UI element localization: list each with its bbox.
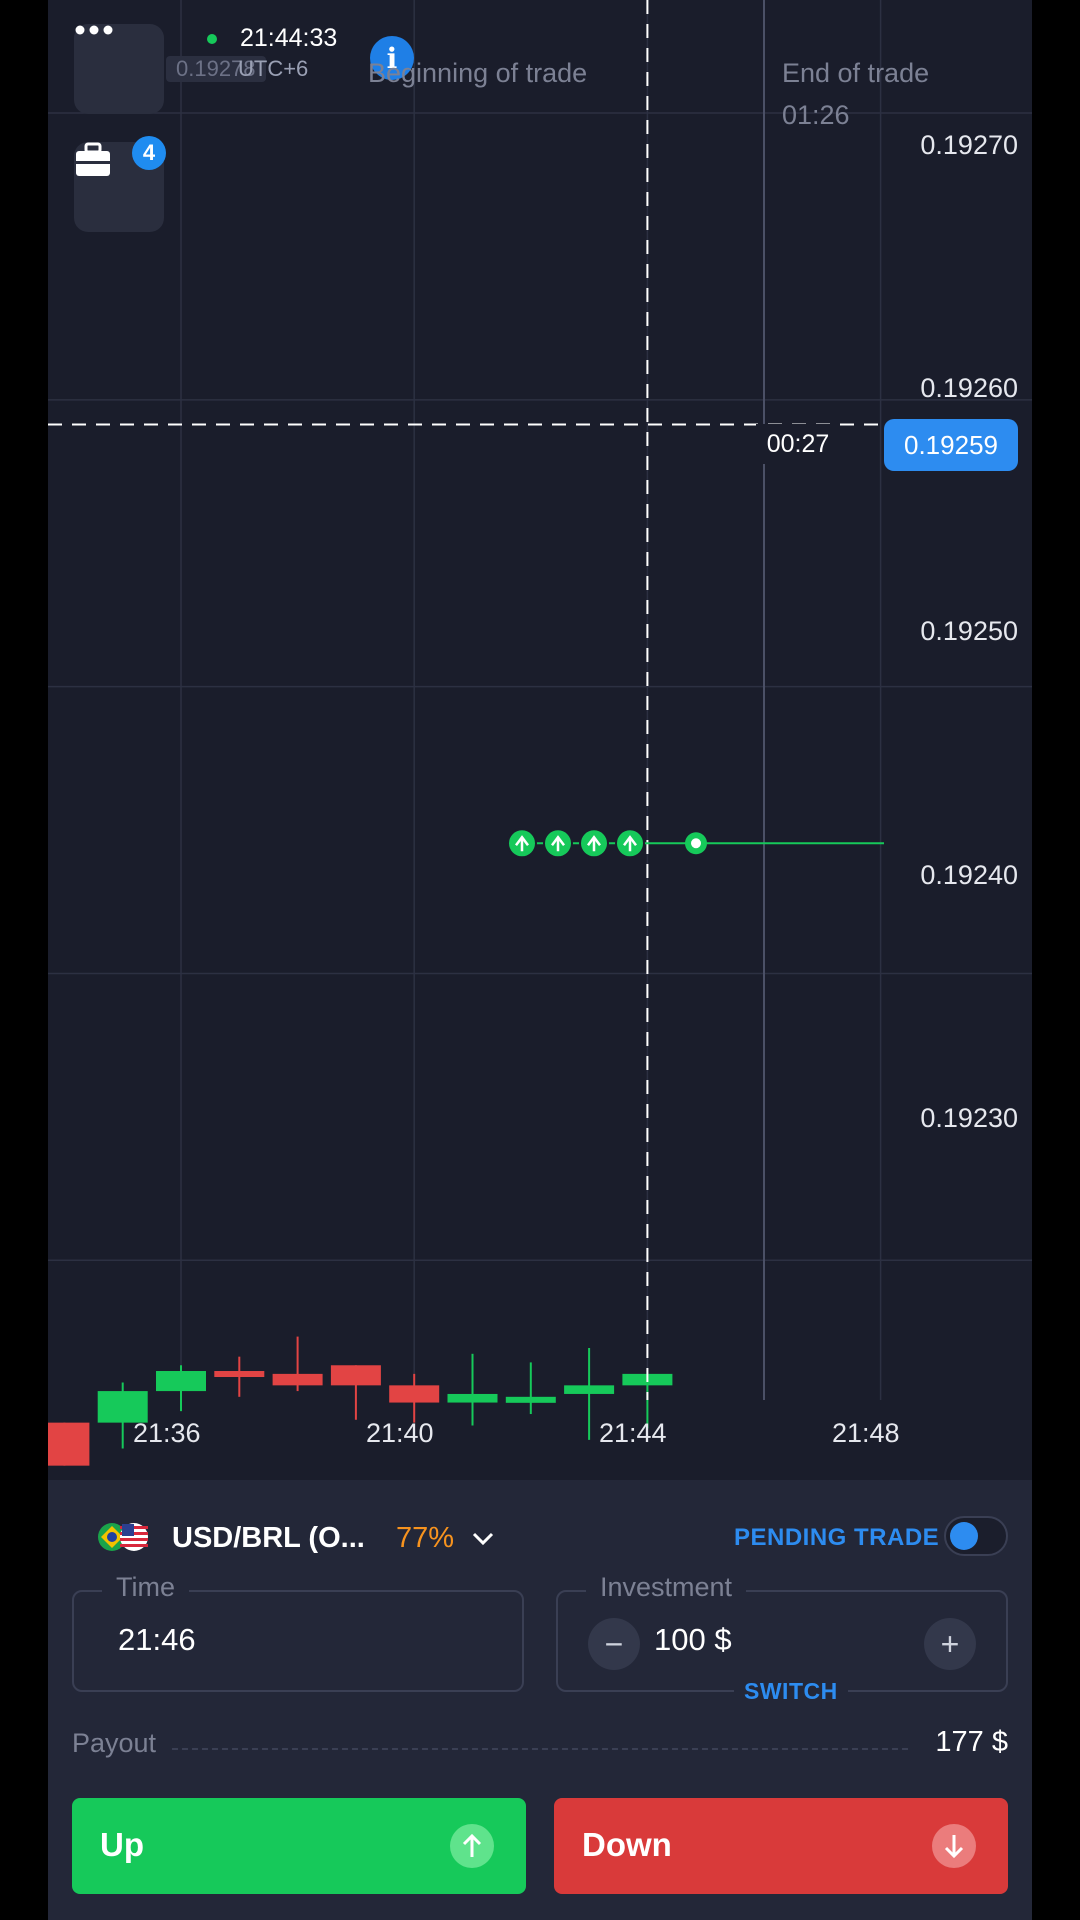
candle-timer: 00:27 — [756, 424, 840, 464]
x-tick-label: 21:36 — [133, 1418, 201, 1448]
y-tick-label: 0.19240 — [920, 860, 1018, 890]
down-button[interactable]: Down — [554, 1798, 1008, 1894]
arrow-down-icon — [932, 1824, 976, 1868]
investment-field-title: Investment — [586, 1572, 747, 1603]
trade-end-dot-center — [691, 838, 701, 849]
candle-up — [156, 1371, 206, 1392]
timezone-label: UTC+6 — [238, 56, 309, 81]
payout-value: 177 $ — [925, 1726, 1008, 1759]
price-chart[interactable]: 4 0.19278 21:44:33 UTC+6 i Beginning of … — [48, 0, 1032, 1480]
asset-name: USD/BRL (O... — [172, 1522, 365, 1554]
investment-value[interactable]: 100 $ — [654, 1622, 732, 1658]
portfolio-count-badge: 4 — [132, 136, 166, 170]
up-button[interactable]: Up — [72, 1798, 526, 1894]
x-tick-label: 21:40 — [366, 1418, 434, 1448]
trade-panel: USD/BRL (O... 77% PENDING TRADE Time 21:… — [48, 1480, 1032, 1920]
payout-divider — [172, 1748, 908, 1750]
payout-row: Payout 177 $ — [72, 1724, 1008, 1764]
candle-down — [48, 1422, 90, 1466]
brazil-usa-flags-icon — [98, 1523, 148, 1551]
x-tick-label: 21:48 — [832, 1418, 900, 1448]
asset-selector[interactable]: USD/BRL (O... 77% PENDING TRADE — [48, 1514, 1032, 1564]
candle-down — [330, 1365, 381, 1386]
candle-down — [214, 1371, 265, 1378]
current-price-tag: 0.19259 — [884, 419, 1018, 471]
decrease-investment-button[interactable]: − — [588, 1618, 640, 1670]
time-field-title: Time — [102, 1572, 189, 1603]
briefcase-icon — [76, 142, 110, 176]
chart-canvas[interactable] — [48, 0, 1032, 1480]
toggle-knob — [950, 1522, 978, 1550]
candle-up — [505, 1396, 556, 1403]
switch-button[interactable]: SWITCH — [734, 1678, 848, 1705]
y-tick-label: 0.19230 — [920, 1103, 1018, 1133]
pending-trade-label[interactable]: PENDING TRADE — [734, 1524, 939, 1552]
investment-field[interactable]: Investment − 100 $ + — [556, 1572, 1008, 1692]
end-of-trade-label: End of trade — [782, 58, 930, 88]
end-of-trade-countdown: 01:26 — [782, 100, 850, 130]
candle-up — [564, 1385, 615, 1394]
pending-trade-toggle[interactable] — [944, 1516, 1008, 1556]
x-tick-label: 21:44 — [599, 1418, 667, 1448]
trading-app: 4 0.19278 21:44:33 UTC+6 i Beginning of … — [48, 0, 1032, 1920]
server-clock: 21:44:33 — [240, 24, 338, 52]
increase-investment-button[interactable]: + — [924, 1618, 976, 1670]
candle-down — [389, 1385, 440, 1403]
y-tick-label: 0.19260 — [920, 373, 1018, 403]
time-value[interactable]: 21:46 — [118, 1622, 196, 1658]
candle-up — [447, 1393, 498, 1403]
live-status-dot-icon — [207, 34, 217, 44]
arrow-up-icon — [450, 1824, 494, 1868]
candle-down — [272, 1373, 323, 1386]
payout-label: Payout — [72, 1728, 167, 1759]
up-button-label: Up — [100, 1826, 144, 1863]
menu-button[interactable] — [74, 24, 164, 114]
y-tick-label: 0.19250 — [920, 616, 1018, 646]
time-field[interactable]: Time 21:46 — [72, 1572, 524, 1692]
beginning-of-trade-label: Beginning of trade — [368, 58, 588, 88]
ellipsis-icon — [75, 25, 113, 35]
down-button-label: Down — [582, 1826, 672, 1863]
asset-payout-percent: 77% — [396, 1522, 455, 1554]
chevron-down-icon[interactable] — [472, 1522, 494, 1553]
y-tick-label: 0.19270 — [920, 130, 1018, 160]
